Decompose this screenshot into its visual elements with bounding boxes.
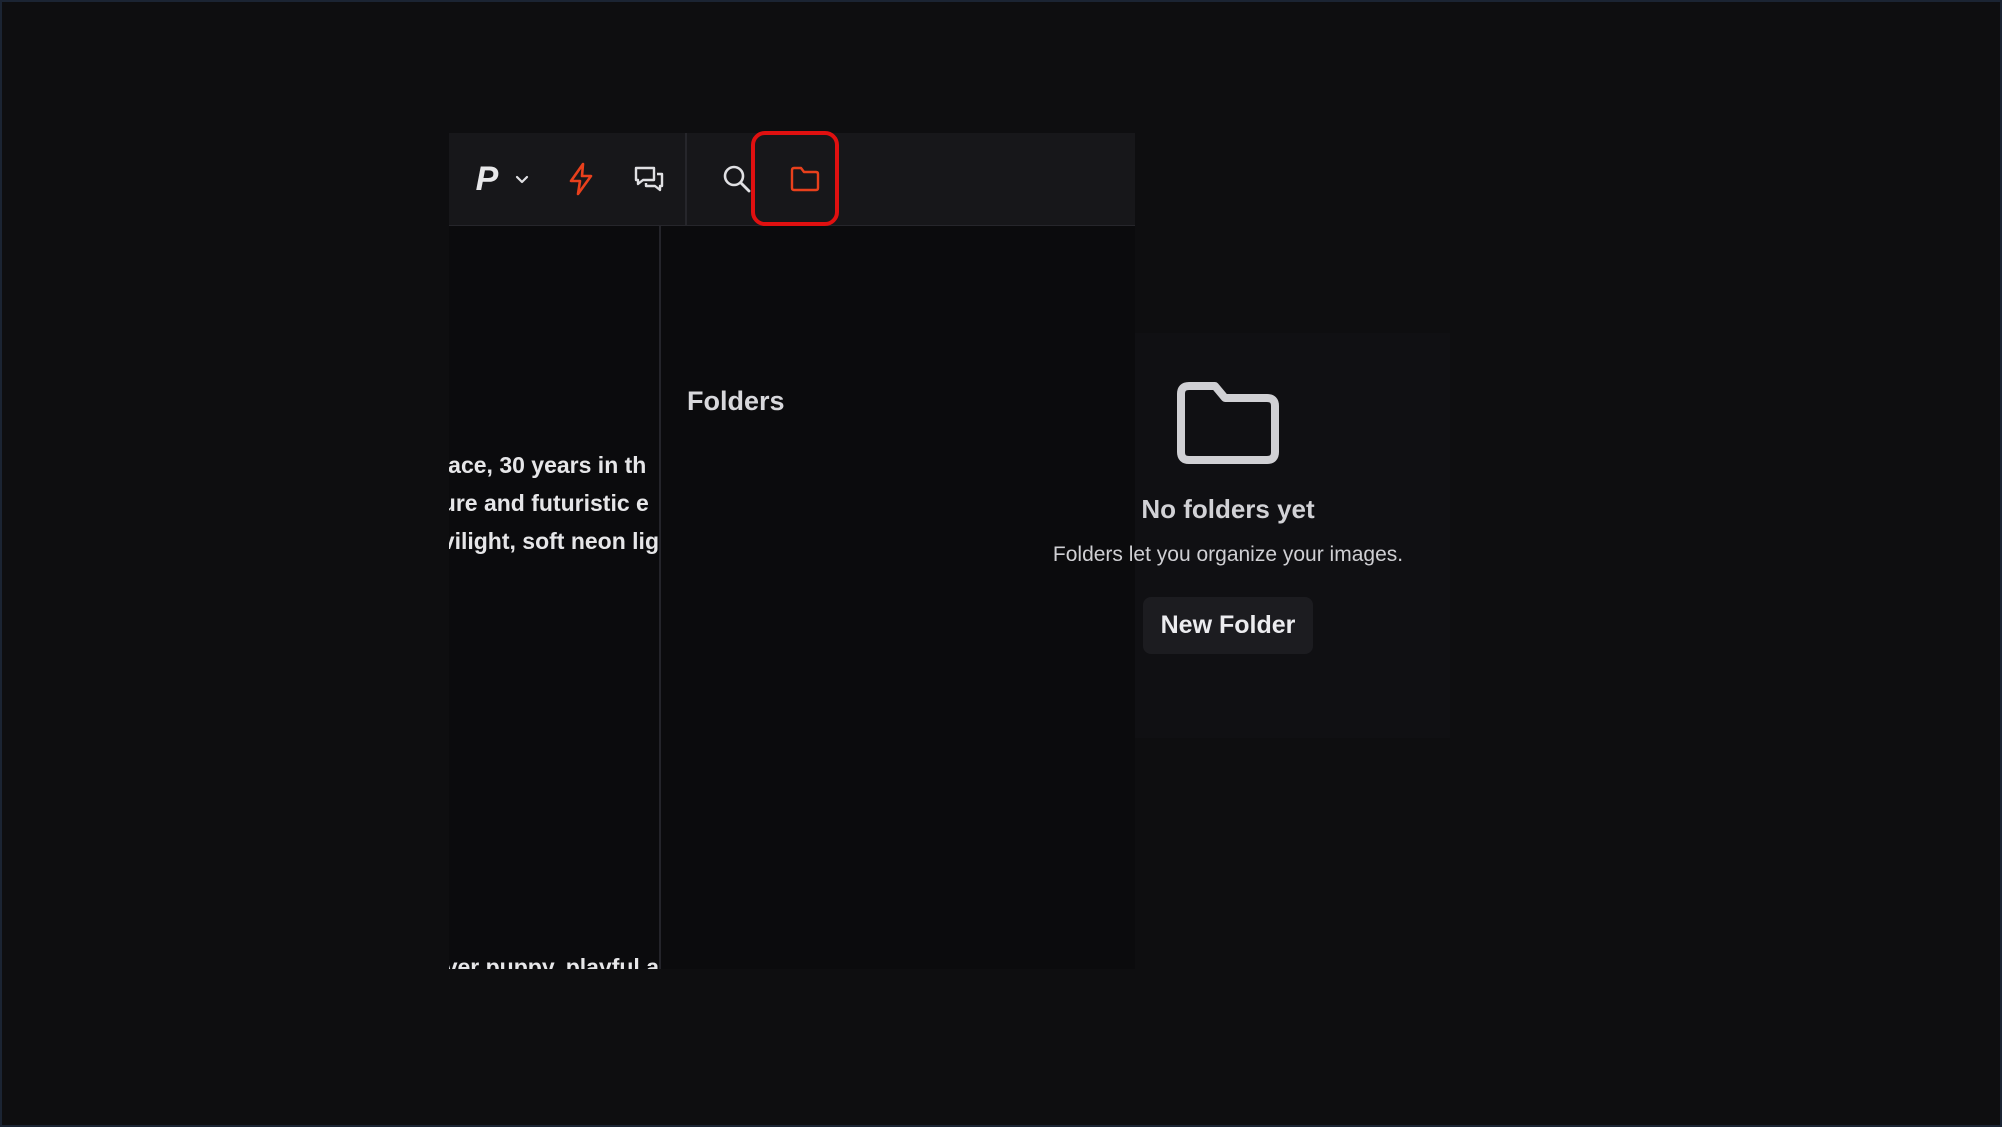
folder-icon [1177, 382, 1279, 464]
empty-state: No folders yet Folders let you organize … [1003, 380, 1453, 654]
chevron-down-icon[interactable] [507, 133, 537, 225]
toolbar: P [449, 133, 1135, 226]
toolbar-divider [685, 133, 687, 225]
prompt-item[interactable]: ver puppy, playful a iting [449, 948, 659, 969]
prompt-text-line: vilight, soft neon lig [449, 528, 659, 554]
empty-state-title: No folders yet [1141, 494, 1315, 524]
folders-panel-title: Folders [687, 386, 785, 416]
search-icon[interactable] [705, 133, 769, 225]
empty-state-subtitle: Folders let you organize your images. [1052, 543, 1404, 566]
folder-icon[interactable] [773, 133, 837, 225]
prompt-text-line: lace, 30 years in th [449, 452, 647, 478]
lightning-icon[interactable] [549, 133, 613, 225]
prompt-text-line: ure and futuristic e [449, 490, 649, 516]
chat-bubbles-icon[interactable] [617, 133, 681, 225]
prompt-history-column: lace, 30 years in th ure and futuristic … [449, 226, 661, 969]
prompt-item[interactable]: lace, 30 years in th ure and futuristic … [449, 446, 659, 560]
prompt-text-line: ver puppy, playful a [449, 954, 659, 969]
model-selector-label[interactable]: P [467, 133, 507, 225]
new-folder-button[interactable]: New Folder [1142, 597, 1314, 654]
